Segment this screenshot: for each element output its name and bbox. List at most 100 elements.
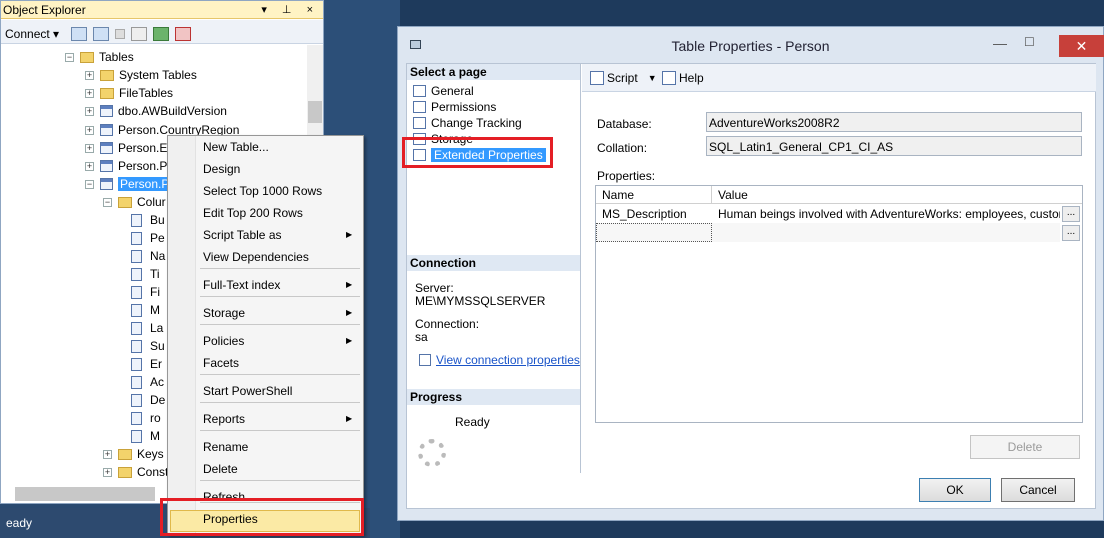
page-item-general[interactable]: General — [413, 83, 474, 98]
tree-node[interactable]: Ac — [131, 373, 164, 391]
tree-node[interactable]: − Person.Pe — [85, 175, 179, 193]
menu-item-select-top-1000-rows[interactable]: Select Top 1000 Rows — [203, 180, 322, 202]
edit-value-button[interactable]: ... — [1062, 206, 1080, 222]
menu-item-storage[interactable]: Storage — [203, 302, 245, 324]
script-button[interactable]: Script ▼ — [590, 71, 657, 85]
column-icon — [131, 303, 142, 317]
menu-item-design[interactable]: Design — [203, 158, 240, 180]
disconnect-icon[interactable] — [93, 26, 110, 41]
page-item-extended-properties[interactable]: Extended Properties — [413, 147, 546, 162]
expand-icon[interactable]: + — [85, 161, 94, 171]
column-header-name[interactable]: Name — [596, 186, 712, 204]
menu-item-delete[interactable]: Delete — [203, 458, 238, 480]
menu-item-edit-top-200-rows[interactable]: Edit Top 200 Rows — [203, 202, 303, 224]
minimize-button[interactable]: — — [993, 35, 1018, 51]
menu-item-policies[interactable]: Policies — [203, 330, 244, 352]
tree-node[interactable]: + Person.Pa — [85, 157, 174, 175]
panel-window-buttons[interactable]: ▾ ⊥ × — [261, 3, 319, 16]
cancel-button[interactable]: Cancel — [1001, 478, 1075, 502]
menu-separator — [200, 430, 360, 431]
column-header-value[interactable]: Value — [712, 186, 1082, 204]
delete-button[interactable]: Delete — [970, 435, 1080, 459]
connect-object-icon[interactable] — [71, 26, 88, 41]
menu-item-properties[interactable]: Properties — [203, 508, 258, 530]
edit-new-value-button[interactable]: ... — [1062, 225, 1080, 241]
expand-icon[interactable]: + — [85, 106, 94, 116]
tree-node[interactable]: + Person.Er — [85, 139, 171, 157]
collation-field[interactable]: SQL_Latin1_General_CP1_CI_AS — [706, 136, 1082, 156]
expand-icon[interactable]: + — [85, 143, 94, 153]
tree-node[interactable]: − Tables — [65, 48, 134, 66]
new-property-value-cell[interactable] — [712, 223, 1060, 242]
page-item-permissions[interactable]: Permissions — [413, 99, 496, 114]
tree-node[interactable]: + Keys — [103, 445, 164, 463]
page-icon — [413, 132, 426, 145]
tree-node[interactable]: + System Tables — [85, 66, 197, 84]
expand-icon[interactable]: + — [85, 88, 94, 98]
tree-node[interactable]: M — [131, 301, 160, 319]
menu-item-view-dependencies[interactable]: View Dependencies — [203, 246, 309, 268]
menu-item-new-table[interactable]: New Table... — [203, 136, 269, 158]
stop-icon[interactable] — [115, 28, 126, 39]
refresh-icon[interactable] — [153, 26, 170, 41]
tree-node[interactable]: Su — [131, 337, 165, 355]
tree-node[interactable]: ro — [131, 409, 161, 427]
folder-icon — [80, 51, 94, 63]
tree-node[interactable]: + FileTables — [85, 84, 173, 102]
script-dropdown-icon[interactable]: ▼ — [648, 73, 657, 83]
close-button[interactable]: ✕ — [1059, 35, 1104, 57]
connection-label: Connection: — [415, 317, 480, 331]
menu-item-refresh[interactable]: Refresh — [203, 486, 245, 508]
menu-item-script-table-as[interactable]: Script Table as — [203, 224, 282, 246]
page-item-change-tracking[interactable]: Change Tracking — [413, 115, 522, 130]
activity-monitor-icon[interactable] — [175, 26, 192, 41]
folder-icon — [100, 69, 114, 81]
collapse-icon[interactable]: − — [85, 179, 94, 189]
page-item-storage[interactable]: Storage — [413, 131, 473, 146]
expand-icon[interactable]: + — [85, 125, 94, 135]
view-connection-properties[interactable]: View connection properties — [419, 353, 580, 367]
tree-node[interactable]: Fi — [131, 283, 160, 301]
script-icon — [590, 71, 604, 85]
column-icon — [131, 267, 142, 281]
menu-item-full-text-index[interactable]: Full-Text index — [203, 274, 280, 296]
connect-button[interactable]: Connect ▾ — [5, 27, 59, 41]
tree-node[interactable]: Bu — [131, 211, 165, 229]
tree-node[interactable]: Er — [131, 355, 162, 373]
menu-item-reports[interactable]: Reports — [203, 408, 245, 430]
folder-icon — [100, 87, 114, 99]
expand-icon[interactable]: + — [103, 467, 112, 477]
view-connection-properties-link[interactable]: View connection properties — [436, 353, 580, 367]
expand-icon[interactable]: + — [103, 449, 112, 459]
collapse-icon[interactable]: − — [65, 52, 74, 62]
tree-node[interactable]: + dbo.AWBuildVersion — [85, 102, 227, 120]
tree-node[interactable]: De — [131, 391, 165, 409]
tree-node[interactable]: − Colur — [103, 193, 166, 211]
menu-item-facets[interactable]: Facets — [203, 352, 239, 374]
collapse-icon[interactable]: − — [103, 197, 112, 207]
property-value-cell[interactable]: Human beings involved with AdventureWork… — [712, 204, 1060, 223]
menu-item-start-powershell[interactable]: Start PowerShell — [203, 380, 292, 402]
ok-button[interactable]: OK — [919, 478, 991, 502]
page-selector-pane: Select a page General Permissions Change T… — [407, 64, 581, 473]
menu-separator — [200, 268, 360, 269]
column-icon — [131, 429, 142, 443]
database-field[interactable]: AdventureWorks2008R2 — [706, 112, 1082, 132]
menu-item-rename[interactable]: Rename — [203, 436, 248, 458]
tree-node[interactable]: Pe — [131, 229, 165, 247]
help-button[interactable]: Help — [662, 71, 704, 85]
maximize-button[interactable]: ☐ — [1024, 35, 1049, 49]
scrollbar-thumb[interactable] — [308, 101, 322, 123]
horizontal-scrollbar[interactable] — [15, 487, 155, 501]
tree-node[interactable]: + Const — [103, 463, 168, 481]
tree-node[interactable]: Ti — [131, 265, 160, 283]
select-page-header: Select a page — [407, 64, 580, 80]
new-property-name-cell[interactable] — [596, 223, 712, 242]
tree-node[interactable]: Na — [131, 247, 165, 265]
filter-icon[interactable] — [131, 26, 148, 41]
tree-node[interactable]: M — [131, 427, 160, 445]
expand-icon[interactable]: + — [85, 70, 94, 80]
submenu-arrow-icon: ▶ — [346, 280, 353, 289]
property-name-cell[interactable]: MS_Description — [596, 204, 712, 223]
tree-node[interactable]: La — [131, 319, 163, 337]
